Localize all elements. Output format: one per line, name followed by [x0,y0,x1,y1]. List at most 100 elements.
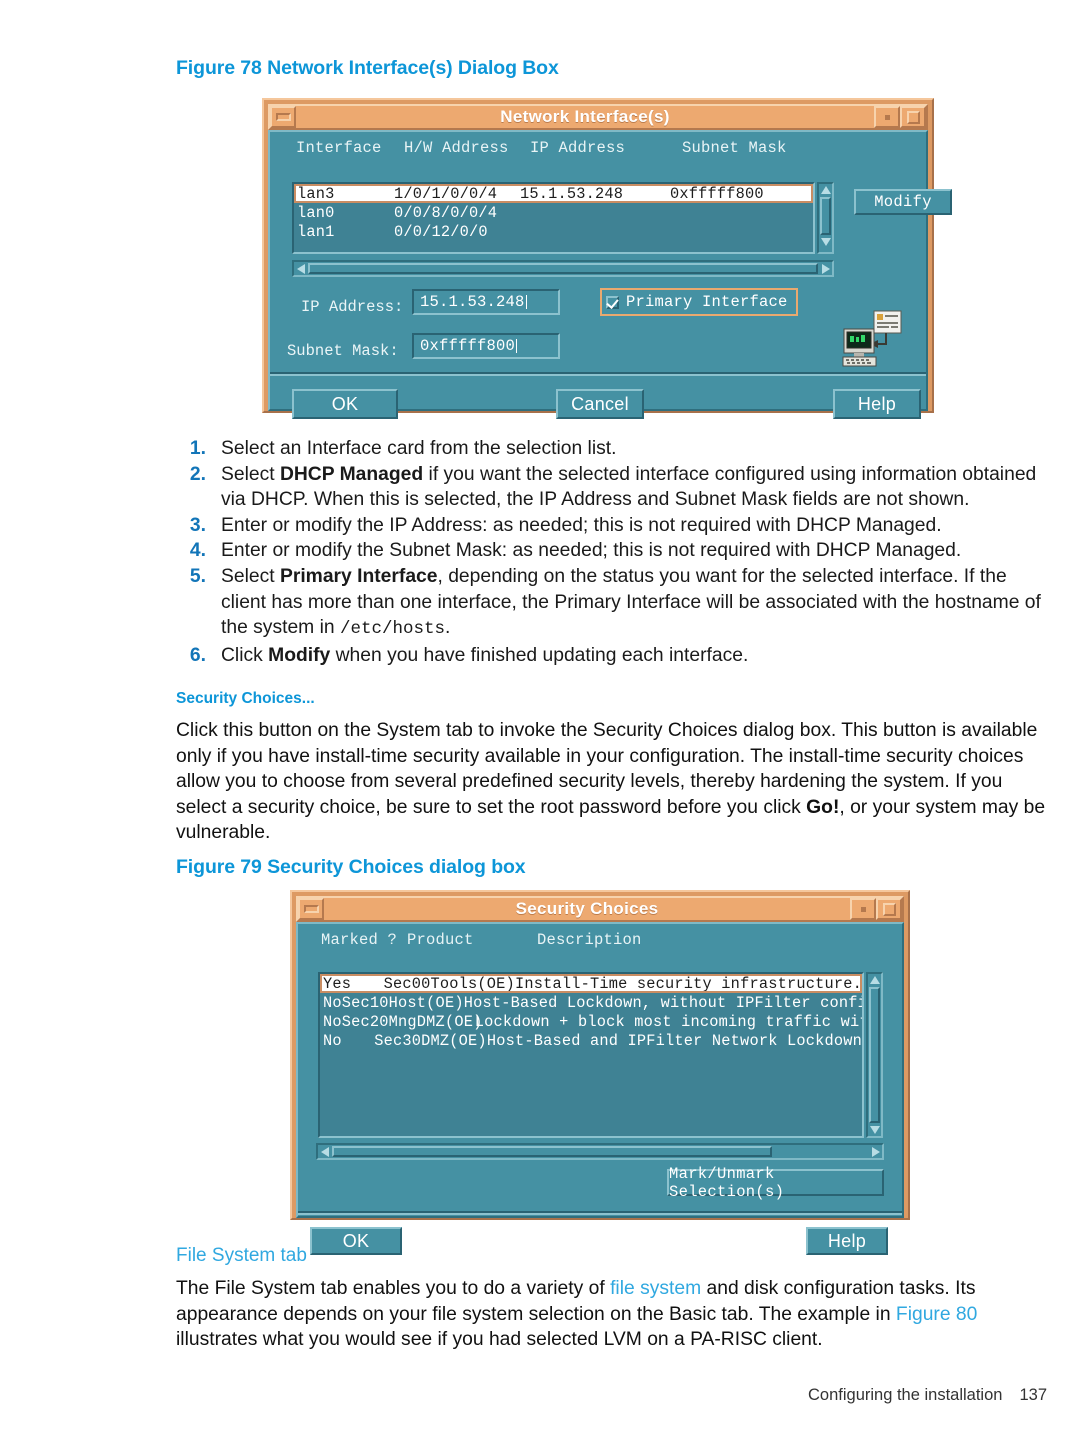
column-header-subnet-mask: Subnet Mask [682,139,787,157]
list-item: 5. Select Primary Interface, depending on… [176,564,1048,643]
horizontal-scroll-thumb[interactable] [308,263,818,274]
step-text: Click Modify when you have finished upda… [221,644,749,666]
subnet-mask-value: 0xfffff800 [420,337,516,355]
ip-address-input[interactable]: 15.1.53.248 [412,289,560,315]
column-header-ip-address: IP Address [530,139,626,157]
list-horizontal-scrollbar[interactable] [292,260,834,277]
list-item: 1. Select an Interface card from the sele… [176,436,1048,462]
scroll-right-icon[interactable] [869,1146,882,1158]
subnet-mask-input[interactable]: 0xfffff800 [412,333,560,359]
primary-interface-checkbox[interactable]: Primary Interface [600,288,798,316]
ok-button[interactable]: OK [310,1227,402,1255]
document-page: Figure 78 Network Interface(s) Dialog Bo… [0,0,1080,1438]
cell-description: Host-Based and IPFilter Network Lockdown [486,1031,862,1050]
column-header-interface: Interface [296,139,382,157]
scroll-down-icon[interactable] [819,236,832,248]
table-row[interactable]: lan3 1/0/1/0/0/4 15.1.53.248 0xfffff800 [294,184,813,203]
step-number: 4. [189,540,206,562]
scroll-left-icon[interactable] [294,263,307,275]
column-header-product: Product [407,931,474,949]
dialog-title: Network Interface(s) [500,107,670,126]
help-button[interactable]: Help [806,1227,888,1255]
cell-interface: lan0 [297,203,335,222]
horizontal-scroll-thumb[interactable] [332,1146,772,1157]
step-text: Enter or modify the IP Address: as neede… [221,514,942,536]
cell-hw-address: 1/0/1/0/0/4 [394,184,498,203]
minimize-icon[interactable] [270,106,296,128]
table-row[interactable]: Yes Sec00Tools(OE) Install-Time security… [320,974,862,993]
ip-address-value: 15.1.53.248 [420,293,525,311]
ip-address-label: IP Address: [301,298,404,316]
list-vertical-scrollbar[interactable] [817,182,834,254]
cell-ip-address: 15.1.53.248 [520,184,624,203]
vertical-scroll-thumb[interactable] [869,987,880,1123]
security-choices-dialog[interactable]: Security Choices Marked ? Product Descri… [290,890,910,1255]
cell-hw-address: 0/0/12/0/0 [394,222,488,241]
maximize-icon[interactable] [876,898,902,920]
procedure-steps: 1. Select an Interface card from the sele… [176,436,1048,668]
table-row[interactable]: No Sec20MngDMZ(OE) Lockdown + block most… [320,1012,862,1031]
cell-description: Host-Based Lockdown, without IPFilter co… [463,993,864,1012]
cell-product: Sec10Host(OE) [341,993,464,1012]
security-choices-paragraph: Click this button on the System tab to i… [176,720,1046,844]
cancel-button[interactable]: Cancel [556,389,644,419]
minimize-icon[interactable] [298,898,324,920]
column-header-hw-address: H/W Address [404,139,509,157]
step-text: Select DHCP Managed if you want the sele… [221,463,1037,511]
help-button[interactable]: Help [833,389,921,419]
dialog-body: Marked ? Product Description Yes Sec00To… [296,922,904,1255]
list-vertical-scrollbar[interactable] [866,972,883,1138]
step-text: Enter or modify the Subnet Mask: as need… [221,540,962,562]
restore-icon[interactable] [874,106,900,128]
list-item: 6. Click Modify when you have finished up… [176,643,1048,669]
cell-product: Sec30DMZ(OE) [374,1031,487,1050]
step-text: Select an Interface card from the select… [221,438,617,459]
cell-marked: No [323,1012,342,1031]
cell-marked: Yes [323,974,352,993]
network-interfaces-dialog[interactable]: Network Interface(s) Interface H/W Addre… [262,98,952,419]
list-item: 3. Enter or modify the IP Address: as nee… [176,513,1048,539]
step-number: 3. [189,514,206,536]
security-choices-heading: Security Choices... [176,690,315,707]
list-column-headers: Marked ? Product Description [298,924,902,954]
security-choices-list[interactable]: Yes Sec00Tools(OE) Install-Time security… [318,972,864,1138]
vertical-scroll-thumb[interactable] [820,197,831,235]
table-row[interactable]: lan1 0/0/12/0/0 [294,222,813,241]
modify-button[interactable]: Modify [854,189,952,215]
cell-subnet-mask: 0xfffff800 [670,184,764,203]
mark-unmark-selections-button[interactable]: Mark/Unmark Selection(s) [667,1165,884,1201]
dialog-body: Interface H/W Address IP Address Subnet … [268,130,952,419]
cell-description: Lockdown + block most incoming traffic w… [474,1012,864,1031]
table-row[interactable]: lan0 0/0/8/0/0/4 [294,203,813,222]
cell-marked: No [323,1031,342,1050]
restore-icon[interactable] [850,898,876,920]
scroll-up-icon[interactable] [868,974,881,986]
text-caret [525,295,527,309]
interface-list[interactable]: lan3 1/0/1/0/0/4 15.1.53.248 0xfffff800 … [292,182,815,254]
column-header-description: Description [537,931,642,949]
step-number: 1. [189,438,206,459]
scroll-left-icon[interactable] [318,1146,331,1158]
step-number: 6. [189,644,206,666]
scroll-up-icon[interactable] [819,184,832,196]
file-system-tab-paragraph: The File System tab enables you to do a … [176,1278,978,1351]
list-horizontal-scrollbar[interactable] [316,1143,884,1160]
cell-marked: No [323,993,342,1012]
button-separator [298,1211,902,1215]
cell-interface: lan3 [297,184,335,203]
dialog-titlebar[interactable]: Security Choices [296,896,904,922]
cell-product: Sec20MngDMZ(OE) [341,1012,483,1031]
list-item: 4. Enter or modify the Subnet Mask: as ne… [176,538,1048,564]
button-separator [270,372,926,376]
subnet-mask-label: Subnet Mask: [287,342,399,360]
text-caret [516,339,518,353]
scroll-down-icon[interactable] [868,1124,881,1136]
figure-78-caption: Figure 78 Network Interface(s) Dialog Bo… [176,57,559,79]
cell-description: Install-Time security infrastructure. [514,974,862,993]
table-row[interactable]: No Sec10Host(OE) Host-Based Lockdown, wi… [320,993,862,1012]
maximize-icon[interactable] [900,106,926,128]
table-row[interactable]: No Sec30DMZ(OE) Host-Based and IPFilter … [320,1031,862,1050]
scroll-right-icon[interactable] [819,263,832,275]
dialog-titlebar[interactable]: Network Interface(s) [268,104,928,130]
ok-button[interactable]: OK [292,389,398,419]
